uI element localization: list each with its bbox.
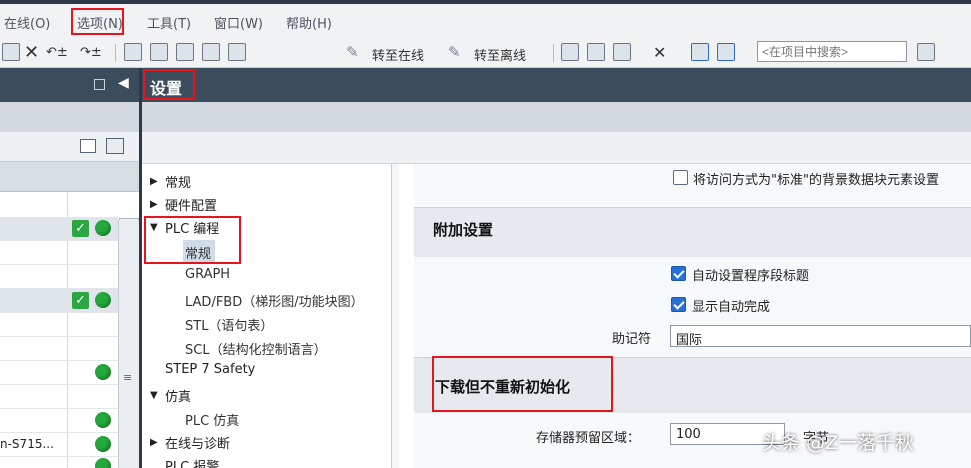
settings-header (142, 68, 971, 102)
menu-bar: 在线(O) 选项(N) 工具(T) 窗口(W) 帮助(H) (0, 0, 971, 36)
nav-tree-scrollbar[interactable] (391, 164, 399, 468)
window-top-border (0, 0, 971, 4)
redo-icon[interactable]: ↷± (80, 43, 102, 61)
table-row[interactable] (0, 385, 118, 409)
go-online-button[interactable]: 转至在线 (372, 45, 424, 64)
nav-item-general[interactable]: 常规 (165, 172, 191, 191)
nav-item-plc-alarm[interactable]: PLC 报警 (165, 456, 219, 468)
go-offline-button[interactable]: 转至离线 (474, 45, 526, 64)
export-icon[interactable] (106, 138, 124, 154)
highlight-settings-title (143, 69, 195, 100)
highlight-download-section (432, 356, 613, 412)
project-tree-column-header (0, 162, 139, 192)
show-autocomplete-label: 显示自动完成 (692, 300, 771, 315)
split-vertical-icon[interactable] (717, 43, 735, 61)
check-ok-icon: ✓ (72, 220, 89, 237)
status-ok-icon (95, 458, 111, 468)
nav-item-stl[interactable]: STL（语句表） (185, 315, 273, 334)
menu-window[interactable]: 窗口(W) (214, 13, 263, 32)
status-ok-icon (95, 436, 111, 452)
nav-item-step7-safety[interactable]: STEP 7 Safety (165, 362, 255, 377)
expand-icon[interactable]: ▶ (150, 199, 158, 210)
go-offline-icon[interactable]: ✎ (448, 43, 461, 61)
status-ok-icon (95, 412, 111, 428)
menu-online[interactable]: 在线(O) (4, 13, 50, 32)
status-ok-icon (95, 292, 111, 308)
status-ok-icon (95, 364, 111, 380)
start-simulation-icon[interactable] (202, 43, 220, 61)
highlight-plc-programming (144, 216, 241, 264)
section-title-additional: 附加设置 (433, 221, 494, 239)
undo-icon[interactable]: ↶± (46, 43, 68, 61)
mnemonic-label: 助记符 (612, 332, 652, 347)
download-icon[interactable] (150, 43, 168, 61)
project-tree-panel: ◀ ✓ ︿ ✓ n-S715... ≡ (0, 68, 139, 468)
check-ok-icon: ✓ (72, 292, 89, 309)
section-additional-settings (414, 207, 971, 257)
delete-icon[interactable]: ✕ (24, 42, 39, 63)
maximize-panel-icon[interactable] (94, 79, 105, 90)
auto-block-title-checkbox[interactable] (671, 266, 686, 281)
show-autocomplete-checkbox[interactable] (671, 297, 686, 312)
table-row[interactable] (0, 313, 118, 337)
nav-item-simulation[interactable]: 仿真 (165, 386, 191, 405)
mnemonic-select[interactable]: 国际 (670, 325, 971, 347)
watermark: 头条 @Z一落千秋 (762, 432, 915, 454)
project-search-input[interactable] (757, 41, 907, 62)
upload-icon[interactable] (176, 43, 194, 61)
cross-ref-icon[interactable] (613, 43, 631, 61)
rt-icon[interactable] (228, 43, 246, 61)
expand-icon[interactable]: ▶ (150, 437, 158, 448)
table-row[interactable] (0, 265, 118, 289)
collapse-icon[interactable]: ▼ (150, 390, 158, 401)
table-row[interactable] (0, 241, 118, 265)
search-options-icon[interactable] (917, 43, 935, 61)
nav-item-graph[interactable]: GRAPH (185, 267, 230, 282)
device-name-label: n-S715... (0, 437, 54, 451)
nav-item-hardware-config[interactable]: 硬件配置 (165, 195, 217, 214)
nav-item-plc-sim[interactable]: PLC 仿真 (185, 410, 239, 429)
memory-reserve-label: 存储器预留区域： (536, 431, 641, 446)
accessible-devices-icon[interactable] (561, 43, 579, 61)
nav-item-scl[interactable]: SCL（结构化控制语言） (185, 339, 327, 358)
std-access-checkbox[interactable] (673, 170, 688, 185)
close-project-icon[interactable] (2, 43, 20, 61)
go-online-icon[interactable]: ✎ (346, 43, 359, 61)
project-tree-header: ◀ (0, 68, 139, 102)
compile-icon[interactable] (124, 43, 142, 61)
auto-block-title-label: 自动设置程序段标题 (692, 269, 810, 284)
status-ok-icon (95, 220, 111, 236)
split-horizontal-icon[interactable] (691, 43, 709, 61)
expand-icon[interactable]: ▶ (150, 176, 158, 187)
nav-item-online-diag[interactable]: 在线与诊断 (165, 433, 230, 452)
highlight-menu-options (71, 8, 124, 35)
stop-icon[interactable]: ✕ (653, 43, 666, 62)
table-row[interactable] (0, 337, 118, 361)
project-tree-scrollbar[interactable]: ≡ (118, 220, 139, 468)
std-access-label: 将访问方式为"标准"的背景数据块元素设置 (693, 173, 939, 188)
monitor-icon[interactable] (587, 43, 605, 61)
scroll-grip-icon[interactable]: ≡ (123, 371, 132, 384)
menu-tools[interactable]: 工具(T) (147, 13, 191, 32)
collapse-panel-icon[interactable]: ◀ (118, 75, 129, 91)
table-view-icon[interactable] (80, 139, 96, 153)
nav-item-ladfbd[interactable]: LAD/FBD（梯形图/功能块图） (185, 291, 364, 310)
menu-help[interactable]: 帮助(H) (286, 13, 332, 32)
